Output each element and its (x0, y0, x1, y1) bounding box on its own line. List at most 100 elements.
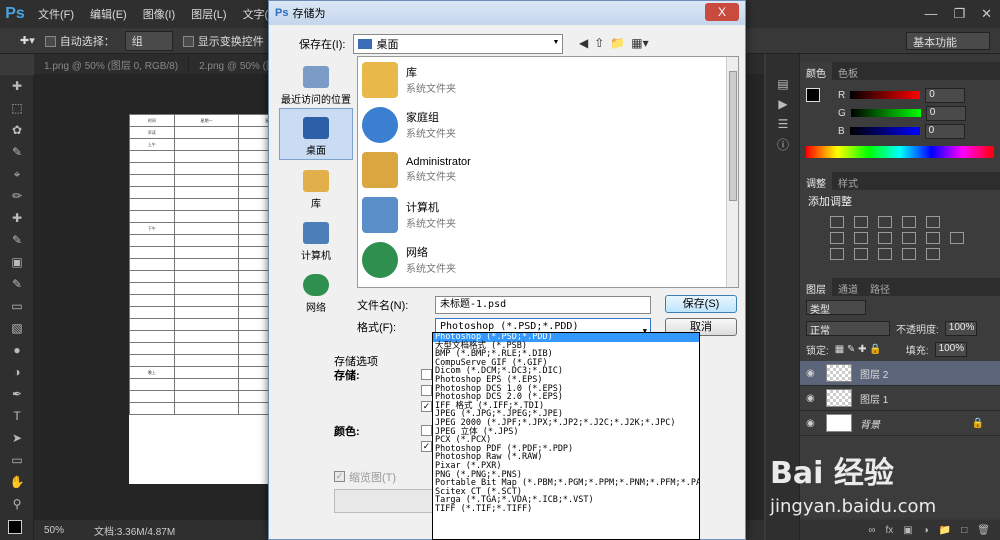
g-value[interactable]: 0 (925, 105, 966, 121)
crop-icon[interactable]: ⌖ (0, 163, 34, 185)
tab-layers[interactable]: 图层 (800, 278, 832, 296)
text-icon[interactable]: T (0, 405, 34, 427)
color-spectrum[interactable] (806, 146, 994, 158)
option-checkbox[interactable] (421, 369, 432, 380)
tab-swatches[interactable]: 色板 (832, 62, 864, 80)
move-icon[interactable]: ✚ (0, 75, 34, 97)
lasso-icon[interactable]: ✿ (0, 119, 34, 141)
fill-input[interactable]: 100% (934, 342, 967, 357)
actions-panel-icon[interactable]: ▶ (766, 94, 800, 114)
quick-select-icon[interactable]: ✎ (0, 141, 34, 163)
levels-icon[interactable] (854, 216, 868, 228)
option-checkbox[interactable] (421, 425, 432, 436)
color-balance-icon[interactable] (854, 232, 868, 244)
restore-icon[interactable]: ❐ (953, 6, 965, 22)
doc-tab-1[interactable]: 1.png @ 50% (图层 0, RGB/8) (34, 54, 190, 74)
gradient-icon[interactable]: ▧ (0, 317, 34, 339)
history-brush-icon[interactable]: ✎ (0, 273, 34, 295)
black-white-icon[interactable] (878, 232, 892, 244)
b-value[interactable]: 0 (924, 123, 965, 139)
group-icon[interactable]: 📁 (939, 525, 951, 536)
save-button[interactable]: 保存(S) (665, 295, 737, 313)
path-select-icon[interactable]: ➤ (0, 427, 34, 449)
tab-adjustments[interactable]: 调整 (800, 172, 832, 190)
blur-icon[interactable]: ● (0, 339, 34, 361)
up-folder-icon[interactable]: ⇧ (594, 36, 604, 50)
r-slider[interactable] (850, 91, 921, 99)
healing-icon[interactable]: ✚ (0, 207, 34, 229)
fg-color-swatch[interactable] (806, 88, 820, 102)
place-libraries[interactable]: 库 (279, 160, 353, 212)
show-transform-checkbox[interactable]: 显示变换控件 (182, 33, 264, 49)
photo-filter-icon[interactable] (902, 232, 916, 244)
auto-select-checkbox[interactable]: 自动选择： (44, 33, 115, 49)
auto-select-dropdown[interactable]: 组 (124, 30, 173, 51)
minimize-icon[interactable]: — (924, 6, 937, 22)
brush-icon[interactable]: ✎ (0, 229, 34, 251)
place-recent[interactable]: 最近访问的位置 (279, 56, 353, 108)
info-panel-icon[interactable]: ⓘ (766, 134, 800, 154)
threshold-icon[interactable] (878, 248, 892, 260)
vibrance-icon[interactable] (926, 216, 940, 228)
trash-icon[interactable]: 🗑 (977, 525, 990, 536)
opacity-input[interactable]: 100% (944, 321, 977, 336)
fx-icon[interactable]: fx (886, 525, 894, 536)
view-menu-icon[interactable]: ▦▾ (631, 36, 648, 50)
layer-filter-dropdown[interactable]: 类型 (806, 300, 866, 316)
dodge-icon[interactable]: ◑ (0, 361, 34, 383)
list-item[interactable]: Administrator 系统文件夹 (358, 147, 738, 192)
selective-color-icon[interactable] (902, 248, 916, 260)
eye-icon[interactable]: ◉ (806, 368, 818, 379)
tab-color[interactable]: 颜色 (800, 62, 832, 80)
foreground-color-swatch[interactable] (8, 520, 22, 534)
format-option[interactable]: TIFF (*.TIF;*.TIFF) (433, 505, 699, 514)
menu-image[interactable]: 图像(I) (135, 6, 183, 22)
new-layer-icon[interactable]: □ (961, 525, 967, 536)
place-computer[interactable]: 计算机 (279, 212, 353, 264)
scrollbar-thumb[interactable] (729, 71, 737, 201)
filename-input[interactable]: 未标题-1.psd (435, 296, 651, 314)
list-item[interactable]: 网络 系统文件夹 (358, 237, 738, 282)
gradient-map-icon[interactable] (926, 248, 940, 260)
file-list-scrollbar[interactable] (726, 57, 738, 287)
properties-panel-icon[interactable]: ☰ (766, 114, 800, 134)
blend-mode-dropdown[interactable]: 正常 (806, 321, 890, 337)
lock-icons[interactable]: ▦ ✎ ✚ 🔒 (835, 344, 882, 355)
menu-layer[interactable]: 图层(L) (183, 6, 234, 22)
move-tool-icon[interactable]: ✚▾ (20, 34, 35, 47)
layer-row[interactable]: ◉ 图层 2 (800, 361, 1000, 386)
link-icon[interactable]: ∞ (868, 525, 875, 536)
hue-saturation-icon[interactable] (830, 232, 844, 244)
color-lookup-icon[interactable] (950, 232, 964, 244)
posterize-icon[interactable] (854, 248, 868, 260)
pen-icon[interactable]: ✒ (0, 383, 34, 405)
eraser-icon[interactable]: ▭ (0, 295, 34, 317)
eye-icon[interactable]: ◉ (806, 418, 818, 429)
back-icon[interactable]: ◀ (579, 36, 588, 50)
mask-icon[interactable]: ▣ (903, 525, 912, 536)
workspace-dropdown[interactable]: 基本功能 (906, 32, 990, 50)
eye-icon[interactable]: ◉ (806, 393, 818, 404)
dialog-close-button[interactable]: X (705, 3, 739, 21)
list-item[interactable]: 库系统文件夹 (358, 57, 738, 102)
invert-icon[interactable] (830, 248, 844, 260)
zoom-level[interactable]: 50% (44, 525, 64, 536)
history-panel-icon[interactable]: ▤ (766, 74, 800, 94)
r-value[interactable]: 0 (925, 87, 966, 103)
option-checkbox[interactable]: ✓ (421, 401, 432, 412)
shape-icon[interactable]: ▭ (0, 449, 34, 471)
list-item[interactable]: 计算机 系统文件夹 (358, 192, 738, 237)
tab-channels[interactable]: 通道 (832, 278, 864, 296)
brightness-icon[interactable] (830, 216, 844, 228)
b-slider[interactable] (849, 127, 920, 135)
curves-icon[interactable] (878, 216, 892, 228)
eyedropper-icon[interactable]: ✏ (0, 185, 34, 207)
g-slider[interactable] (850, 109, 921, 117)
layer-row[interactable]: ◉ 图层 1 (800, 386, 1000, 411)
zoom-icon[interactable]: ⚲ (0, 493, 34, 515)
new-folder-icon[interactable]: 📁 (610, 36, 625, 50)
adjustment-layer-icon[interactable]: ◑ (923, 525, 929, 536)
exposure-icon[interactable] (902, 216, 916, 228)
hand-icon[interactable]: ✋ (0, 471, 34, 493)
menu-edit[interactable]: 编辑(E) (82, 6, 135, 22)
